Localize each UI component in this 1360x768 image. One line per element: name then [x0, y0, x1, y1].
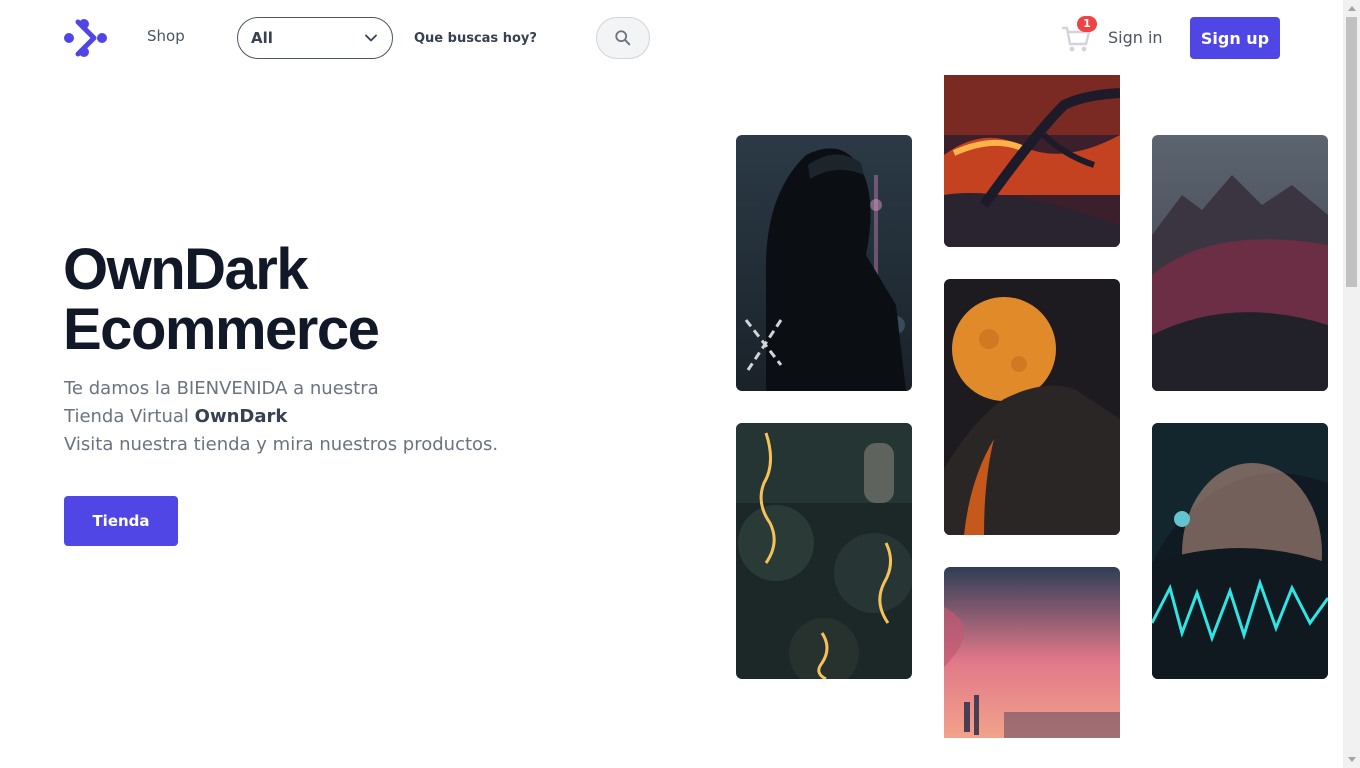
nav-link-shop[interactable]: Shop	[147, 27, 185, 45]
page-scrollbar[interactable]	[1343, 0, 1360, 768]
hero-text-line2: Tienda Virtual OwnDark	[64, 403, 498, 431]
hero-title-line1: OwnDark	[63, 237, 309, 302]
gallery-image-red-tree[interactable]	[944, 75, 1120, 247]
hero-title: OwnDark Ecommerce	[63, 237, 380, 362]
search-input[interactable]	[405, 17, 590, 59]
gallery-image-orange-moon[interactable]	[944, 279, 1120, 535]
scroll-down-icon[interactable]	[1343, 751, 1360, 768]
signup-button[interactable]: Sign up	[1190, 17, 1280, 59]
cart-count-badge: 1	[1077, 16, 1097, 32]
hero-text-line2-prefix: Tienda Virtual	[64, 406, 195, 427]
gallery-image-neon-mask[interactable]	[1152, 423, 1328, 679]
shop-cta-button[interactable]: Tienda	[64, 496, 178, 546]
brand-logo[interactable]	[64, 18, 108, 58]
gallery-image-mountain[interactable]	[1152, 135, 1328, 391]
gallery-image-pink-planet[interactable]	[944, 567, 1120, 738]
hero-title-line2: Ecommerce	[63, 297, 380, 362]
gallery-image-hooded-figure[interactable]	[736, 135, 912, 391]
search-icon	[615, 30, 631, 46]
chevron-down-icon	[365, 34, 377, 42]
scrollbar-thumb[interactable]	[1346, 17, 1357, 287]
category-select-value: All	[251, 29, 273, 47]
signin-link[interactable]: Sign in	[1108, 28, 1163, 47]
brand-logo-icon	[64, 19, 107, 57]
hero-text-line1: Te damos la BIENVENIDA a nuestra	[64, 378, 379, 399]
hero-text-line3: Visita nuestra tienda y mira nuestros pr…	[64, 434, 499, 455]
category-select[interactable]: All	[237, 17, 393, 59]
hero-text-brand: OwnDark	[194, 406, 288, 427]
search-button[interactable]	[596, 17, 650, 59]
gallery-image-light-bulbs[interactable]	[736, 423, 912, 679]
scroll-up-icon[interactable]	[1343, 0, 1360, 17]
hero-description: Te damos la BIENVENIDA a nuestra Tienda …	[64, 375, 498, 459]
